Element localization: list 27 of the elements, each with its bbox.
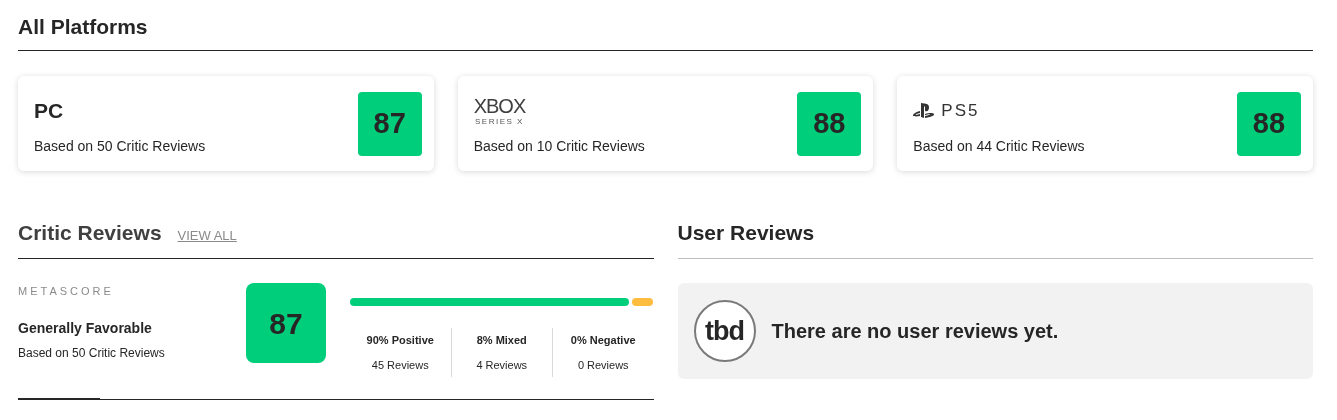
- metascore-label: METASCORE: [18, 284, 114, 299]
- percentage-label: 90% Positive: [366, 333, 434, 348]
- review-count: Based on 44 Critic Reviews: [913, 136, 1085, 156]
- review-count: Based on 10 Critic Reviews: [473, 136, 645, 156]
- verdict-text: Generally Favorable: [18, 318, 152, 338]
- platform-name: PS5: [941, 99, 980, 122]
- section-title: Critic Reviews: [18, 220, 162, 246]
- review-count: Based on 50 Critic Reviews: [34, 136, 206, 156]
- review-count: 4 Reviews: [476, 357, 528, 373]
- mixed-bar-segment: [632, 298, 654, 306]
- percentage-label: 8% Mixed: [476, 333, 527, 348]
- review-count: 0 Reviews: [577, 357, 629, 373]
- empty-message: There are no user reviews yet.: [771, 319, 1059, 344]
- user-score-badge: tbd: [693, 300, 756, 362]
- section-title: All Platforms: [18, 14, 148, 40]
- review-count: 45 Reviews: [371, 357, 429, 373]
- view-all-link[interactable]: VIEW ALL: [177, 225, 237, 245]
- playstation-icon: [913, 102, 936, 119]
- score-badge: 87: [357, 91, 422, 156]
- score-badge: 88: [797, 91, 862, 156]
- review-count: Based on 50 Critic Reviews: [18, 344, 165, 362]
- section-title: User Reviews: [677, 220, 815, 246]
- metascore-badge: 87: [246, 283, 326, 363]
- percentage-label: 0% Negative: [570, 333, 636, 348]
- platform-name: PC: [34, 97, 64, 124]
- platform-logo: XBOX SERIES X: [473, 95, 526, 126]
- score-badge: 88: [1237, 91, 1301, 156]
